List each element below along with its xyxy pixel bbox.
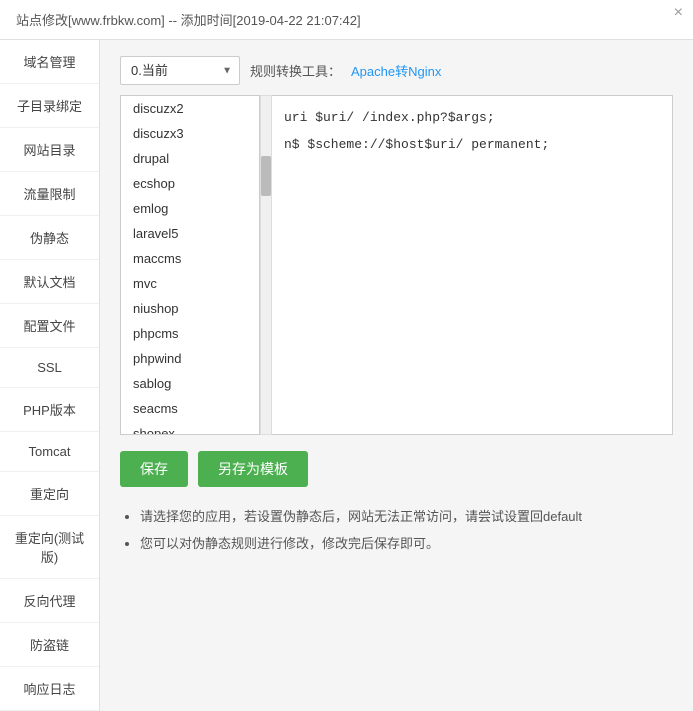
button-row: 保存 另存为模板: [120, 451, 673, 487]
list-item-mvc[interactable]: mvc: [121, 271, 259, 296]
tips-list: 请选择您的应用，若设置伪静态后，网站无法正常访问，请尝试设置回default 您…: [120, 507, 673, 555]
tip-1: 请选择您的应用，若设置伪静态后，网站无法正常访问，请尝试设置回default: [140, 507, 673, 528]
save-button[interactable]: 保存: [120, 451, 188, 487]
dropdown-list[interactable]: discuzx2 discuzx3 drupal ecshop emlog la…: [120, 95, 260, 435]
close-button[interactable]: ×: [674, 4, 683, 22]
sidebar-item-redirect[interactable]: 重定向: [0, 472, 99, 516]
sidebar-item-tomcat[interactable]: Tomcat: [0, 432, 99, 472]
sidebar-item-website[interactable]: 网站目录: [0, 128, 99, 172]
rule-converter-row: 0.当前 ▼ 规则转换工具： Apache转Nginx: [120, 56, 673, 85]
scrollbar-thumb[interactable]: [261, 156, 271, 196]
code-editor[interactable]: uri $uri/ /index.php?$args; n$ $scheme:/…: [272, 95, 673, 435]
rule-converter-label: 规则转换工具：: [250, 61, 341, 80]
list-item-discuzx3[interactable]: discuzx3: [121, 121, 259, 146]
sidebar-item-php[interactable]: PHP版本: [0, 388, 99, 432]
sidebar-item-access-log[interactable]: 响应日志: [0, 667, 99, 711]
sidebar-item-traffic[interactable]: 流量限制: [0, 172, 99, 216]
save-template-button[interactable]: 另存为模板: [198, 451, 308, 487]
preset-dropdown-container: 0.当前 ▼: [120, 56, 240, 85]
header-title: 站点修改[www.frbkw.com] -- 添加时间[2019-04-22 2…: [16, 13, 361, 28]
sidebar-item-config[interactable]: 配置文件: [0, 304, 99, 348]
list-item-phpcms[interactable]: phpcms: [121, 321, 259, 346]
list-item-ecshop[interactable]: ecshop: [121, 171, 259, 196]
content-area: discuzx2 discuzx3 drupal ecshop emlog la…: [120, 95, 673, 435]
layout: 域名管理 子目录绑定 网站目录 流量限制 伪静态 默认文档 配置文件 SSL P…: [0, 40, 693, 711]
list-item-discuzx2[interactable]: discuzx2: [121, 96, 259, 121]
list-item-niushop[interactable]: niushop: [121, 296, 259, 321]
sidebar-item-pseudo[interactable]: 伪静态: [0, 216, 99, 260]
list-item-shopex[interactable]: shopex: [121, 421, 259, 435]
sidebar: 域名管理 子目录绑定 网站目录 流量限制 伪静态 默认文档 配置文件 SSL P…: [0, 40, 100, 711]
sidebar-item-ssl[interactable]: SSL: [0, 348, 99, 388]
list-item-maccms[interactable]: maccms: [121, 246, 259, 271]
sidebar-item-reverse-proxy[interactable]: 反向代理: [0, 579, 99, 623]
list-item-sablog[interactable]: sablog: [121, 371, 259, 396]
main-content: 0.当前 ▼ 规则转换工具： Apache转Nginx discuzx2 dis…: [100, 40, 693, 711]
list-item-laravel5[interactable]: laravel5: [121, 221, 259, 246]
header-bar: 站点修改[www.frbkw.com] -- 添加时间[2019-04-22 2…: [0, 0, 693, 40]
list-item-emlog[interactable]: emlog: [121, 196, 259, 221]
sidebar-item-subdir[interactable]: 子目录绑定: [0, 84, 99, 128]
sidebar-item-redirect-test[interactable]: 重定向(测试版): [0, 516, 99, 579]
preset-dropdown[interactable]: 0.当前: [120, 56, 240, 85]
scrollbar-track[interactable]: [260, 95, 272, 435]
sidebar-item-default-doc[interactable]: 默认文档: [0, 260, 99, 304]
sidebar-item-domain[interactable]: 域名管理: [0, 40, 99, 84]
code-line-1: uri $uri/ /index.php?$args;: [284, 108, 660, 129]
list-item-drupal[interactable]: drupal: [121, 146, 259, 171]
list-item-seacms[interactable]: seacms: [121, 396, 259, 421]
tip-2: 您可以对伪静态规则进行修改，修改完后保存即可。: [140, 534, 673, 555]
code-line-2: n$ $scheme://$host$uri/ permanent;: [284, 135, 660, 156]
list-item-phpwind[interactable]: phpwind: [121, 346, 259, 371]
sidebar-item-hotlink[interactable]: 防盗链: [0, 623, 99, 667]
apache-to-nginx-link[interactable]: Apache转Nginx: [351, 61, 441, 80]
